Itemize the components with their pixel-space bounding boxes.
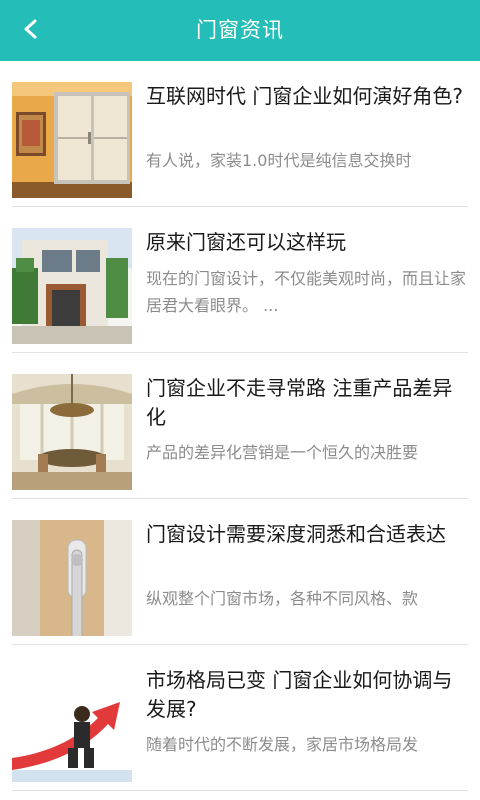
article-thumbnail xyxy=(12,82,132,198)
article-summary: 现在的门窗设计，不仅能美观时尚，而且让家居君大看眼界。 ... xyxy=(146,269,466,315)
article-thumbnail xyxy=(12,228,132,344)
article-title: 市场格局已变 门窗企业如何协调与发展? xyxy=(146,668,453,721)
article-title: 门窗企业不走寻常路 注重产品差异化 xyxy=(146,376,453,429)
article-item[interactable]: 原来门窗还可以这样玩 现在的门窗设计，不仅能美观时尚，而且让家居君大看眼界。 .… xyxy=(0,207,480,353)
app-screen: 门窗资讯 互联网时代 门窗企业如何演好角色? 有人说，家装1.0时代是纯信息交换… xyxy=(0,0,480,800)
article-title: 互联网时代 门窗企业如何演好角色? xyxy=(146,84,463,108)
article-item[interactable]: 市场格局已变 门窗企业如何协调与发展? 随着时代的不断发展，家居市场格局发 xyxy=(0,645,480,791)
article-title: 门窗设计需要深度洞悉和合适表达 xyxy=(146,522,446,546)
article-title: 原来门窗还可以这样玩 xyxy=(146,230,346,254)
page-title: 门窗资讯 xyxy=(196,18,284,42)
divider xyxy=(12,790,468,791)
article-thumbnail xyxy=(12,374,132,490)
article-summary: 纵观整个门窗市场，各种不同风格、款 xyxy=(146,589,419,608)
article-item[interactable]: 门窗企业不走寻常路 注重产品差异化 产品的差异化营销是一个恒久的决胜要 xyxy=(0,353,480,499)
article-summary: 随着时代的不断发展，家居市场格局发 xyxy=(146,735,419,754)
article-summary: 产品的差异化营销是一个恒久的决胜要 xyxy=(146,443,419,462)
article-thumbnail xyxy=(12,666,132,782)
article-list: 互联网时代 门窗企业如何演好角色? 有人说，家装1.0时代是纯信息交换时 原来门… xyxy=(0,61,480,800)
article-summary: 有人说，家装1.0时代是纯信息交换时 xyxy=(146,151,412,170)
article-item[interactable]: 互联网时代 门窗企业如何演好角色? 有人说，家装1.0时代是纯信息交换时 xyxy=(0,61,480,207)
title-bar: 门窗资讯 xyxy=(0,0,480,61)
article-item[interactable]: 门窗设计需要深度洞悉和合适表达 纵观整个门窗市场，各种不同风格、款 xyxy=(0,499,480,645)
article-thumbnail xyxy=(12,520,132,636)
